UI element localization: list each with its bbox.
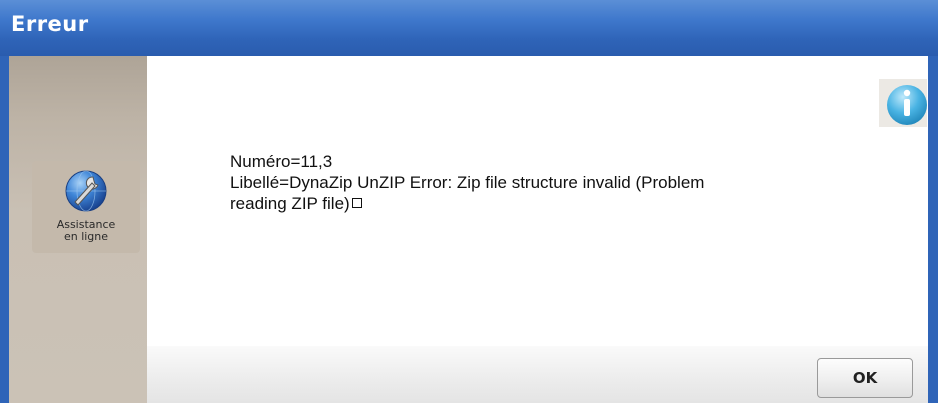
unknown-char-glyph — [351, 198, 362, 208]
message-area: Numéro=11,3 Libellé=DynaZip UnZIP Error:… — [147, 56, 928, 346]
error-dialog: Erreur Assistance en ligne Numéro=11,3 L… — [0, 0, 938, 403]
error-label-line1: Libellé=DynaZip UnZIP Error: Zip file st… — [230, 173, 705, 192]
info-icon — [879, 79, 927, 127]
sidebar: Assistance en ligne — [9, 56, 147, 403]
window-frame-left — [0, 56, 9, 403]
error-label-line2-text: reading ZIP file) — [230, 194, 350, 213]
title-bar[interactable]: Erreur — [0, 0, 938, 56]
window-title: Erreur — [11, 12, 89, 36]
error-label-line2: reading ZIP file) — [230, 193, 830, 214]
globe-wrench-icon — [65, 170, 107, 212]
ok-button[interactable]: OK — [817, 358, 913, 398]
window-frame-right — [928, 56, 938, 403]
button-bar: OK — [147, 346, 928, 403]
error-message: Numéro=11,3 Libellé=DynaZip UnZIP Error:… — [230, 151, 830, 214]
online-help-button[interactable]: Assistance en ligne — [32, 161, 140, 253]
error-number: Numéro=11,3 — [230, 152, 333, 171]
online-help-label: Assistance en ligne — [56, 218, 116, 243]
